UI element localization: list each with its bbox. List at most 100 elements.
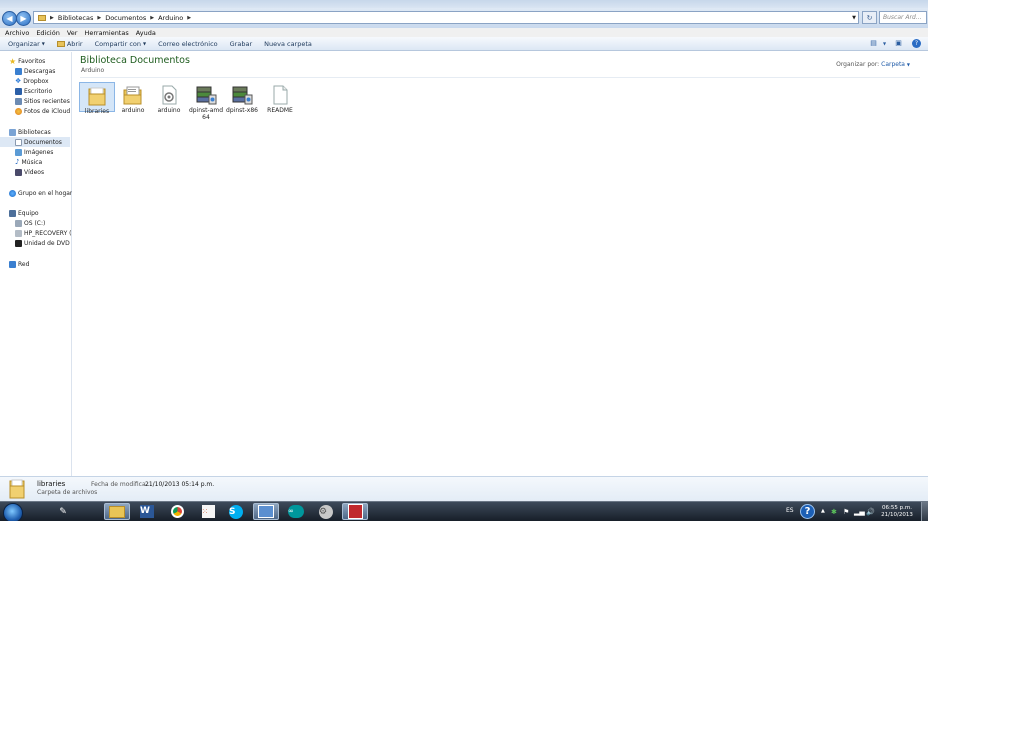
action-center-flag-icon[interactable]: ⚑: [843, 508, 849, 516]
nav-computer[interactable]: Equipo: [9, 208, 39, 218]
help-icon[interactable]: ?: [912, 39, 921, 48]
documents-icon: [15, 138, 22, 146]
arduino-taskbar-icon[interactable]: ∞: [283, 503, 309, 520]
file-item-readme[interactable]: README: [262, 82, 298, 114]
breadcrumb-documentos[interactable]: Documentos: [105, 14, 146, 22]
icloud-photos-icon: [15, 107, 22, 115]
nav-hp-recovery[interactable]: HP_RECOVERY (D:: [15, 228, 78, 238]
chevron-down-icon[interactable]: ▼: [880, 39, 889, 48]
start-button[interactable]: [3, 503, 23, 521]
menu-ver[interactable]: Ver: [67, 29, 78, 37]
update-tray-icon[interactable]: ✱: [831, 508, 837, 516]
apps-grid-taskbar-icon[interactable]: ⁙: [195, 503, 221, 520]
nav-homegroup[interactable]: Grupo en el hogar: [9, 188, 72, 198]
language-indicator[interactable]: ES: [786, 507, 794, 514]
menu-edicion[interactable]: Edición: [36, 29, 60, 37]
chrome-taskbar-icon[interactable]: [164, 503, 190, 520]
file-item-libraries[interactable]: libraries: [79, 82, 115, 115]
nav-computer-label: Equipo: [18, 209, 39, 217]
chevron-down-icon: ▼: [143, 41, 147, 46]
chevron-down-icon: ▼: [41, 41, 45, 46]
burn-button[interactable]: Grabar: [230, 40, 252, 48]
nav-images[interactable]: Imágenes: [15, 147, 53, 157]
library-subtitle: Arduino: [81, 67, 105, 74]
nav-icloud[interactable]: Fotos de iCloud: [15, 106, 70, 116]
skype-taskbar-icon[interactable]: S: [223, 503, 249, 520]
nav-libraries-label: Bibliotecas: [18, 128, 51, 136]
details-name: libraries: [37, 480, 66, 488]
share-button[interactable]: Compartir con ▼: [95, 40, 146, 48]
nav-documents-label: Documentos: [24, 138, 62, 146]
organize-button[interactable]: Organizar ▼: [8, 40, 45, 48]
menu-ayuda[interactable]: Ayuda: [136, 29, 156, 37]
library-title: Biblioteca Documentos: [80, 55, 190, 66]
file-item-arduino-app[interactable]: arduino: [151, 82, 187, 114]
menu-archivo[interactable]: Archivo: [5, 29, 29, 37]
nav-libraries[interactable]: Bibliotecas: [9, 127, 51, 137]
view-options-icon[interactable]: ▤: [869, 39, 878, 48]
email-button[interactable]: Correo electrónico: [158, 40, 218, 48]
show-hidden-icons-icon[interactable]: ▲: [821, 508, 825, 514]
arrange-by[interactable]: Organizar por: Carpeta ▼: [836, 61, 910, 68]
pdf-taskbar-icon[interactable]: [342, 503, 368, 520]
search-input[interactable]: Buscar Ard...: [879, 11, 927, 24]
nav-icloud-label: Fotos de iCloud: [24, 107, 71, 115]
new-folder-button[interactable]: Nueva carpeta: [264, 40, 312, 48]
preview-pane-icon[interactable]: ▣: [894, 39, 903, 48]
file-item-dpinst-amd64[interactable]: dpinst-amd 64: [188, 82, 224, 121]
chevron-down-icon[interactable]: ▼: [852, 15, 856, 21]
nav-documents[interactable]: Documentos: [0, 137, 70, 147]
nav-recent[interactable]: Sitios recientes: [15, 96, 70, 106]
breadcrumb-bibliotecas[interactable]: Bibliotecas: [58, 14, 93, 22]
word-taskbar-icon[interactable]: W: [134, 503, 160, 520]
chevron-right-icon: ▶: [50, 14, 54, 21]
details-pane: libraries Carpeta de archivos Fecha de m…: [0, 476, 928, 502]
nav-os-c[interactable]: OS (C:): [15, 218, 45, 228]
details-modified-value: 21/10/2013 05:14 p.m.: [145, 481, 215, 488]
show-desktop-button[interactable]: [921, 502, 928, 521]
menu-herramientas[interactable]: Herramientas: [84, 29, 128, 37]
refresh-button[interactable]: ↻: [862, 11, 877, 24]
help-tray-icon[interactable]: ?: [800, 504, 815, 519]
forward-button[interactable]: ▶: [16, 11, 31, 26]
images-icon: [15, 148, 22, 156]
notepad-taskbar-icon[interactable]: ✎: [50, 503, 76, 520]
drive-icon: [15, 219, 22, 227]
address-bar-area: ◀ ▶ ▶ Bibliotecas ▶ Documentos ▶ Arduino…: [0, 8, 928, 28]
nav-images-label: Imágenes: [24, 148, 54, 156]
network-signal-icon[interactable]: ▂▄: [854, 508, 865, 516]
remote-desktop-taskbar-icon[interactable]: [253, 503, 279, 520]
open-button[interactable]: Abrir: [56, 40, 83, 48]
libraries-icon: [9, 128, 16, 136]
system-clock[interactable]: 06:55 p.m. 21/10/2013: [874, 505, 920, 519]
organize-label: Organizar: [8, 39, 40, 48]
nav-dvd[interactable]: Unidad de DVD RV: [15, 238, 80, 248]
nav-dropbox[interactable]: ❖ Dropbox: [15, 76, 49, 86]
nav-videos-label: Vídeos: [24, 168, 45, 176]
file-name: arduino: [157, 107, 181, 114]
videos-icon: [15, 168, 22, 176]
nav-desktop[interactable]: Escritorio: [15, 86, 52, 96]
nav-downloads[interactable]: Descargas: [15, 66, 55, 76]
nav-homegroup-label: Grupo en el hogar: [18, 189, 73, 197]
settings-taskbar-icon[interactable]: ⚙: [313, 503, 339, 520]
nav-favorites[interactable]: ★ Favoritos: [9, 56, 45, 66]
file-item-arduino-folder[interactable]: arduino: [115, 82, 151, 114]
file-item-dpinst-x86[interactable]: dpinst-x86: [224, 82, 260, 114]
back-button[interactable]: ◀: [2, 11, 17, 26]
explorer-taskbar-icon[interactable]: [104, 503, 130, 520]
file-name: dpinst-amd 64: [188, 107, 224, 121]
folder-icon: [86, 85, 108, 107]
nav-hp-recovery-label: HP_RECOVERY (D:: [24, 229, 79, 237]
address-path[interactable]: ▶ Bibliotecas ▶ Documentos ▶ Arduino ▶ ▼: [33, 11, 859, 24]
breadcrumb-arduino[interactable]: Arduino: [158, 14, 183, 22]
homegroup-icon: [9, 189, 16, 197]
downloads-icon: [15, 67, 22, 75]
nav-music[interactable]: ♪ Música: [15, 157, 42, 167]
desktop-screen: ◀ ▶ ▶ Bibliotecas ▶ Documentos ▶ Arduino…: [0, 0, 928, 521]
chevron-right-icon: ▶: [97, 14, 102, 21]
nav-videos[interactable]: Vídeos: [15, 167, 44, 177]
file-name: dpinst-x86: [226, 107, 258, 114]
nav-network[interactable]: Red: [9, 259, 29, 269]
nav-dropbox-label: Dropbox: [23, 77, 49, 85]
